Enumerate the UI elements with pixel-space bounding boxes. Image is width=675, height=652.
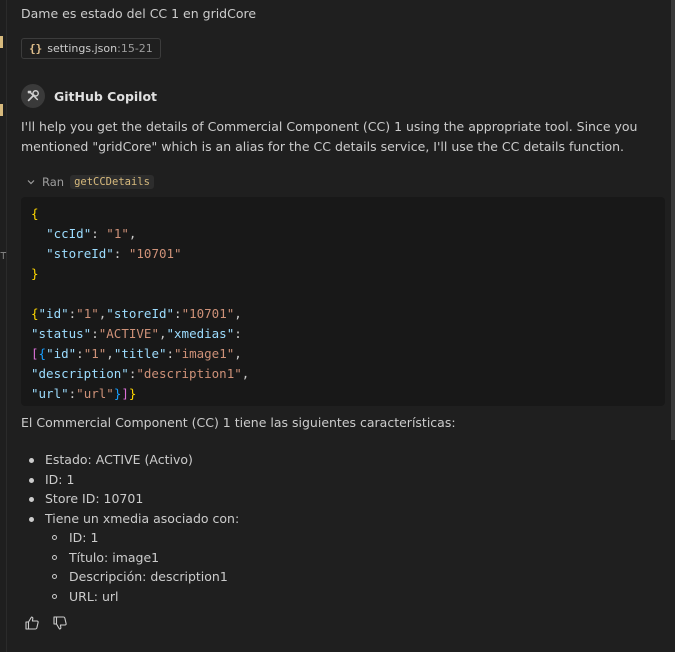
intro-text: I'll help you get the details of Commerc…: [21, 119, 638, 154]
scrollbar[interactable]: [671, 0, 675, 440]
list-item: Estado: ACTIVE (Activo): [21, 450, 239, 470]
code-ccid: "1": [106, 226, 129, 241]
list-item: ID: 1: [21, 528, 239, 548]
list-item: Tiene un xmedia asociado con:: [21, 509, 239, 529]
copilot-tools-icon: [21, 84, 45, 108]
agent-header: GitHub Copilot: [21, 84, 157, 108]
list-item: ID: 1: [21, 470, 239, 490]
list-item: Descripción: description1: [21, 567, 239, 587]
list-item: URL: url: [21, 587, 239, 607]
gutter-t-icon: ⊤: [0, 249, 7, 262]
gutter-marker: [0, 36, 3, 48]
user-message: Dame es estado del CC 1 en gridCore: [21, 6, 257, 21]
tool-output-code: { "ccId": "1", "storeId": "10701" } {"id…: [21, 197, 665, 406]
gutter-marker: [0, 104, 3, 116]
editor-divider: [6, 0, 7, 652]
list-item: Título: image1: [21, 548, 239, 568]
attachment-name: settings.json: [47, 42, 118, 55]
tool-run-toggle[interactable]: Ran getCCDetails: [26, 175, 154, 189]
tool-run-label: Ran: [42, 175, 65, 189]
list-item: Store ID: 10701: [21, 489, 239, 509]
code-storeid: "10701": [128, 246, 182, 261]
attachment-range: :15-21: [117, 42, 153, 55]
thumbs-up-icon[interactable]: [23, 614, 41, 632]
braces-icon: {}: [29, 42, 43, 55]
thumbs-down-icon[interactable]: [51, 614, 69, 632]
agent-name: GitHub Copilot: [54, 88, 158, 104]
chevron-down-icon: [27, 180, 35, 185]
summary-text: El Commercial Component (CC) 1 tiene las…: [21, 415, 456, 430]
facts-list: Estado: ACTIVE (Activo) ID: 1 Store ID: …: [21, 450, 239, 606]
subfacts-list: ID: 1 Título: image1 Descripción: descri…: [21, 528, 239, 606]
attachment-chip[interactable]: {} settings.json:15-21: [21, 38, 161, 59]
feedback-buttons: [23, 614, 69, 632]
tool-name: getCCDetails: [70, 175, 154, 189]
